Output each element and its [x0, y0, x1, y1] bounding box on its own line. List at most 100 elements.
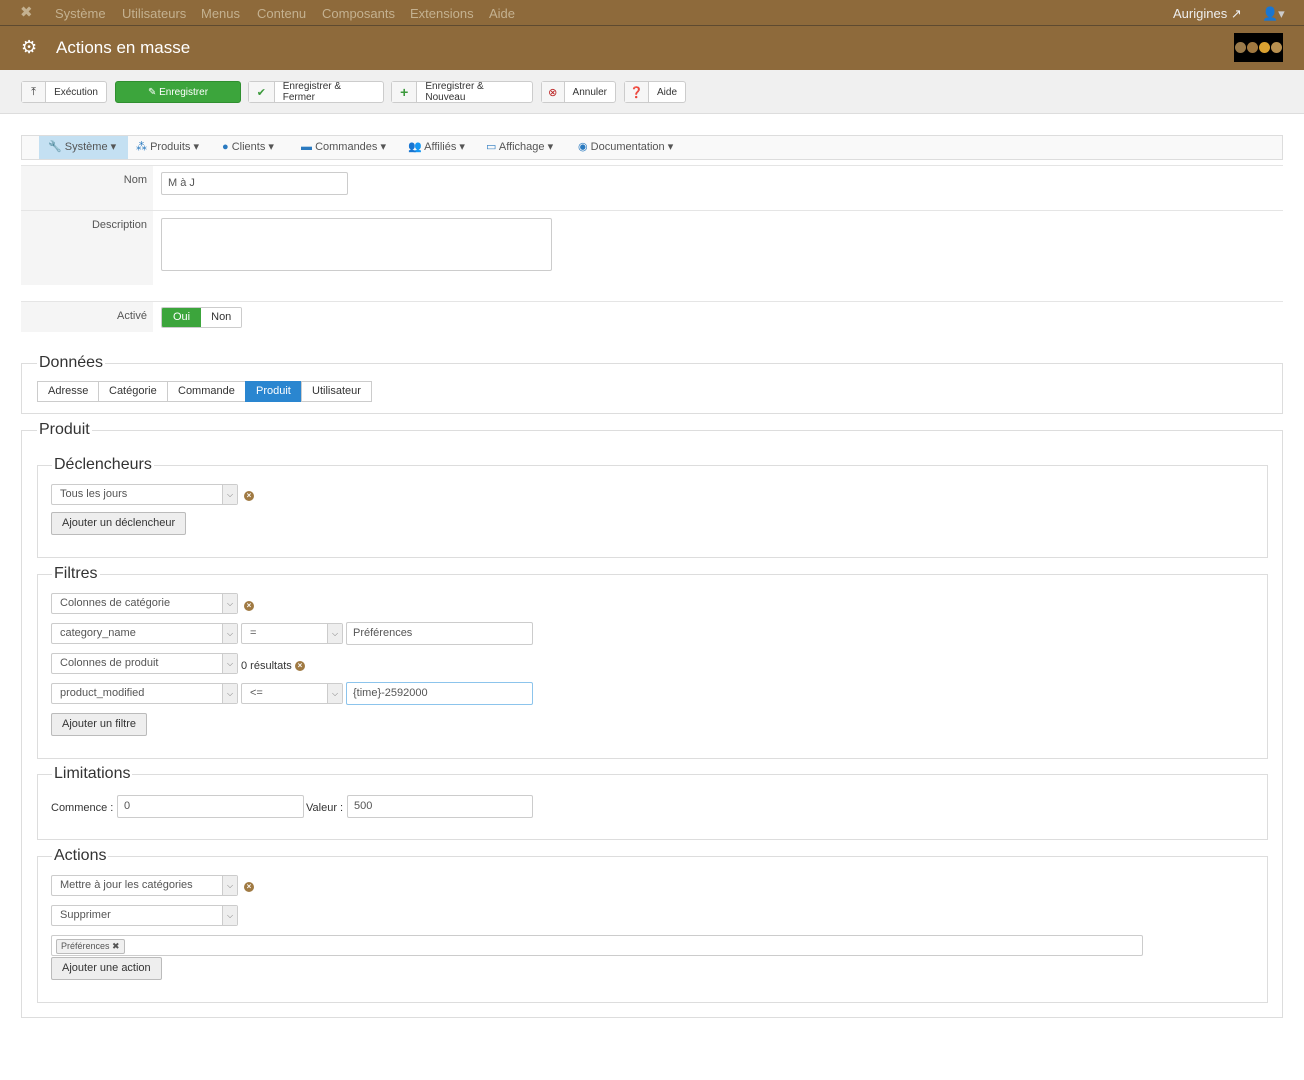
action2-select[interactable]: Supprimer ⌵ [51, 905, 238, 926]
submenu-label: Affiliés [424, 141, 457, 153]
save-close-button[interactable]: ✔ Enregistrer & Fermer [248, 81, 384, 103]
submenu-systeme[interactable]: 🔧 Système ▾ [39, 136, 128, 159]
chevron-down-icon: ⌵ [222, 906, 237, 925]
filter1-type-select[interactable]: Colonnes de catégorie ⌵ [51, 593, 238, 614]
menu-extensions[interactable]: Extensions [410, 6, 474, 21]
filter2-type-select[interactable]: Colonnes de produit ⌵ [51, 653, 238, 674]
filters-legend: Filtres [52, 565, 100, 583]
menu-menus[interactable]: Menus [201, 6, 240, 21]
start-input[interactable]: 0 [117, 795, 304, 818]
description-textarea[interactable] [161, 218, 552, 271]
select-value: Supprimer [60, 909, 111, 921]
joomla-logo-icon[interactable]: ✖ [20, 3, 33, 21]
filter2-column-select[interactable]: product_modified ⌵ [51, 683, 238, 704]
cubes-icon: ⁂ [136, 141, 147, 153]
site-name: Aurigines [1173, 6, 1228, 21]
filter1-column-select[interactable]: category_name ⌵ [51, 623, 238, 644]
execution-label: Exécution [54, 86, 98, 98]
tab-categorie[interactable]: Catégorie [98, 381, 168, 402]
submenu-affilies[interactable]: 👥 Affiliés ▾ [402, 136, 471, 159]
user-icon: ● [222, 141, 229, 153]
category-tags-input[interactable]: Préférences ✖ [51, 935, 1143, 956]
add-action-button[interactable]: Ajouter une action [51, 957, 162, 980]
name-label: Nom [21, 166, 153, 210]
remove-trigger-icon[interactable]: × [244, 491, 254, 501]
action1-select[interactable]: Mettre à jour les catégories ⌵ [51, 875, 238, 896]
chevron-down-icon: ⌵ [327, 624, 342, 643]
submenu-commandes[interactable]: ▬ Commandes ▾ [295, 136, 392, 159]
submenu-produits[interactable]: ⁂ Produits ▾ [130, 136, 205, 159]
toolbar: ⤒ Exécution ✎ Enregistrer ✔ Enregistrer & … [0, 70, 1304, 114]
select-value: = [250, 627, 257, 639]
add-trigger-button[interactable]: Ajouter un déclencheur [51, 512, 187, 535]
data-legend: Données [37, 354, 106, 372]
menu-contenu[interactable]: Contenu [257, 6, 306, 21]
active-no[interactable]: Non [201, 308, 242, 327]
remove-filter2-icon[interactable]: × [295, 661, 305, 671]
submenu-label: Clients [231, 141, 266, 153]
menu-aide[interactable]: Aide [489, 6, 515, 21]
help-button[interactable]: ❓ Aide [624, 81, 686, 103]
lifebuoy-icon: ◉ [578, 141, 588, 153]
tab-commande[interactable]: Commande [167, 381, 246, 402]
select-value: product_modified [60, 687, 145, 699]
component-submenu: 🔧 Système ▾ ⁂ Produits ▾ ● Clients ▾ ▬ C… [21, 135, 1283, 160]
site-link[interactable]: Aurigines ↗ [1173, 6, 1242, 22]
title-bar: ⚙ Actions en masse [0, 26, 1304, 70]
filter1-operator-select[interactable]: = ⌵ [241, 623, 343, 644]
active-label: Activé [21, 302, 153, 332]
limits-legend: Limitations [52, 765, 133, 783]
menu-utilisateurs[interactable]: Utilisateurs [122, 6, 186, 21]
tab-produit[interactable]: Produit [245, 381, 302, 402]
remove-filter1-icon[interactable]: × [244, 601, 254, 611]
chevron-down-icon: ⌵ [327, 684, 342, 703]
filter2-results: 0 résultats [241, 660, 292, 672]
select-value: category_name [60, 627, 136, 639]
name-input[interactable]: M à J [161, 172, 348, 195]
menu-composants[interactable]: Composants [322, 6, 395, 21]
tag-remove-icon[interactable]: ✖ [112, 941, 120, 951]
chevron-down-icon: ⌵ [222, 485, 237, 504]
help-label: Aide [656, 86, 677, 98]
tag-chip: Préférences ✖ [56, 939, 125, 954]
submenu-clients[interactable]: ● Clients ▾ [216, 136, 280, 159]
cancel-button[interactable]: ⊗ Annuler [541, 81, 616, 103]
filter2-value-input[interactable]: {time}-2592000 [346, 682, 533, 705]
filter2-operator-select[interactable]: <= ⌵ [241, 683, 343, 704]
execution-button[interactable]: ⤒ Exécution [21, 81, 107, 103]
chevron-down-icon: ⌵ [222, 594, 237, 613]
tag-label: Préférences [61, 941, 110, 951]
select-value: Colonnes de produit [60, 657, 159, 669]
save-new-button[interactable]: + Enregistrer & Nouveau [391, 81, 533, 103]
active-yes[interactable]: Oui [162, 308, 202, 327]
limit-value-input[interactable]: 500 [347, 795, 533, 818]
add-filter-button[interactable]: Ajouter un filtre [51, 713, 147, 736]
external-link-icon: ↗ [1230, 6, 1242, 21]
triggers-legend: Déclencheurs [52, 456, 154, 474]
active-toggle: Oui Non [161, 307, 243, 328]
submenu-documentation[interactable]: ◉ Documentation ▾ [572, 136, 679, 159]
select-value: <= [250, 687, 263, 699]
remove-action1-icon[interactable]: × [244, 882, 254, 892]
user-menu-icon[interactable]: 👤▾ [1262, 6, 1285, 22]
chevron-down-icon: ⌵ [222, 624, 237, 643]
submenu-affichage[interactable]: ▭ Affichage ▾ [480, 136, 559, 159]
upload-icon: ⤒ [22, 82, 47, 102]
chevron-down-icon: ⌵ [222, 654, 237, 673]
page-title: Actions en masse [56, 38, 191, 57]
users-icon: 👥 [408, 141, 422, 153]
save-button[interactable]: ✎ Enregistrer [115, 81, 241, 103]
tab-utilisateur[interactable]: Utilisateur [301, 381, 372, 402]
cogs-icon: ⚙ [21, 37, 38, 57]
menu-systeme[interactable]: Système [55, 6, 106, 21]
description-label: Description [21, 211, 153, 285]
select-value: Colonnes de catégorie [60, 597, 171, 609]
save-label: Enregistrer [159, 86, 209, 98]
tab-adresse[interactable]: Adresse [37, 381, 100, 402]
filter1-value-input[interactable]: Préférences [346, 622, 533, 645]
cancel-label: Annuler [572, 86, 607, 98]
trigger-select[interactable]: Tous les jours ⌵ [51, 484, 238, 505]
start-label: Commence : [51, 802, 114, 814]
help-icon: ❓ [625, 82, 649, 102]
save-close-label: Enregistrer & Fermer [282, 81, 342, 103]
